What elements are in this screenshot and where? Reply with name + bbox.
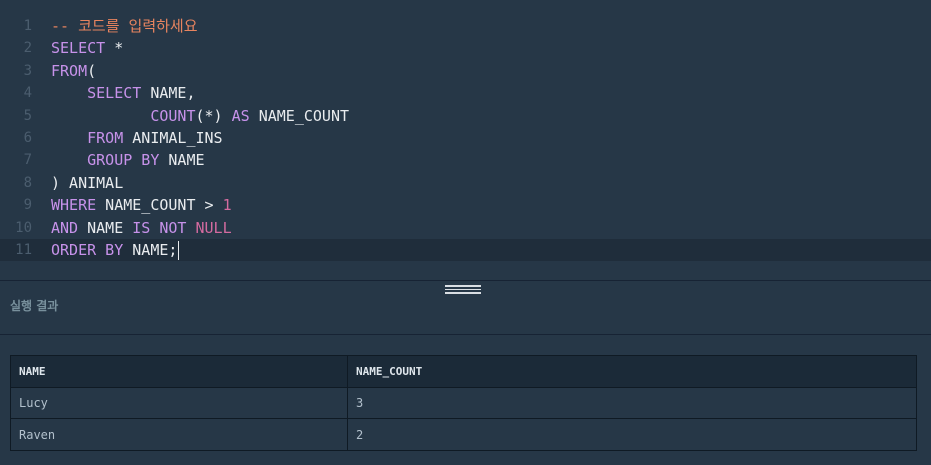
code-token-plain: NAME_COUNT — [249, 106, 350, 125]
code-token-plain: NAME; — [123, 241, 178, 259]
line-number: 4 — [23, 85, 32, 102]
resize-handle-icon[interactable] — [445, 285, 481, 294]
code-token-keyword: AND — [51, 218, 79, 237]
code-text: ) ANIMAL — [51, 172, 123, 194]
code-token-plain: NAME — [78, 218, 133, 237]
code-text: SELECT NAME, — [51, 82, 196, 104]
code-line[interactable]: 2 SELECT * — [0, 37, 931, 59]
line-number: 9 — [23, 197, 32, 214]
code-line[interactable]: 11 ORDER BY NAME; — [0, 239, 931, 262]
table-row: Lucy 3 — [10, 386, 917, 420]
code-token-keyword: SELECT — [51, 39, 106, 58]
code-token-keyword: GROUP BY — [87, 151, 160, 170]
line-number: 2 — [23, 40, 32, 57]
code-token-number: 1 — [222, 196, 232, 215]
code-line[interactable]: 6 FROM ANIMAL_INS — [0, 127, 931, 149]
table-header-row: NAME NAME_COUNT — [10, 355, 917, 388]
table-row: Raven 2 — [10, 418, 917, 452]
result-title: 실행 결과 — [10, 299, 59, 313]
text-cursor — [178, 241, 180, 260]
line-number: 8 — [23, 174, 32, 191]
code-line[interactable]: 5 COUNT(*) AS NAME_COUNT — [0, 105, 931, 127]
code-text: SELECT * — [51, 37, 123, 59]
code-line[interactable]: 3 FROM( — [0, 60, 931, 82]
code-line[interactable]: 8 ) ANIMAL — [0, 172, 931, 194]
code-token-plain: ANIMAL_INS — [123, 129, 223, 147]
code-token-keyword: FROM — [51, 61, 88, 80]
result-table: NAME NAME_COUNT Lucy 3 Raven 2 — [10, 355, 917, 452]
table-cell: Raven — [10, 418, 348, 452]
table-cell: 3 — [347, 386, 917, 420]
column-header-name: NAME — [10, 355, 348, 388]
line-number: 10 — [15, 219, 32, 236]
line-number: 3 — [23, 62, 32, 79]
code-token-plain: NAME_COUNT > — [96, 196, 223, 215]
table-cell: Lucy — [10, 386, 348, 420]
code-token-keyword: SELECT — [87, 84, 142, 103]
line-number: 6 — [23, 130, 32, 146]
code-line[interactable]: 9 WHERE NAME_COUNT > 1 — [0, 194, 931, 216]
code-token-plain: NAME — [159, 151, 205, 170]
code-token-plain: ( — [87, 61, 97, 80]
panel-splitter — [0, 280, 931, 281]
line-number: 1 — [23, 18, 32, 34]
code-token-plain: * — [105, 39, 124, 58]
code-text: -- 코드를 입력하세요 — [51, 15, 198, 37]
code-token-number: NULL — [195, 218, 232, 237]
code-token-keyword: AS — [231, 106, 250, 125]
code-token-keyword: ORDER BY — [51, 241, 124, 259]
code-line[interactable]: 7 GROUP BY NAME — [0, 149, 931, 171]
code-text: AND NAME IS NOT NULL — [51, 217, 232, 239]
code-token-keyword: IS NOT — [132, 218, 187, 237]
code-editor[interactable]: 1 -- 코드를 입력하세요 2 SELECT * 3 FROM(4 SELECT NAM… — [0, 0, 931, 280]
code-text: FROM ANIMAL_INS — [51, 127, 223, 149]
line-number: 5 — [23, 107, 32, 124]
column-header-name-count: NAME_COUNT — [347, 355, 917, 388]
code-token-keyword: COUNT — [150, 106, 196, 125]
code-token-plain: NAME, — [141, 84, 196, 103]
table-cell: 2 — [347, 418, 917, 452]
line-number: 7 — [23, 152, 32, 169]
code-token-keyword: WHERE — [51, 196, 97, 215]
result-divider — [0, 334, 931, 335]
code-line[interactable]: 10 AND NAME IS NOT NULL — [0, 217, 931, 239]
code-token-comment: -- 코드를 입력하세요 — [51, 17, 198, 35]
code-text: GROUP BY NAME — [51, 149, 205, 171]
code-text: WHERE NAME_COUNT > 1 — [51, 194, 232, 216]
code-token-plain: (*) — [195, 106, 232, 125]
code-line[interactable]: 4 SELECT NAME, — [0, 82, 931, 104]
code-text: ORDER BY NAME; — [51, 239, 180, 261]
code-line[interactable]: 1 -- 코드를 입력하세요 — [0, 15, 931, 37]
code-text: FROM( — [51, 60, 96, 82]
line-number: 11 — [15, 242, 32, 258]
code-text: COUNT(*) AS NAME_COUNT — [51, 105, 349, 127]
code-token-plain: ) ANIMAL — [51, 173, 124, 192]
code-token-keyword: FROM — [87, 129, 124, 147]
